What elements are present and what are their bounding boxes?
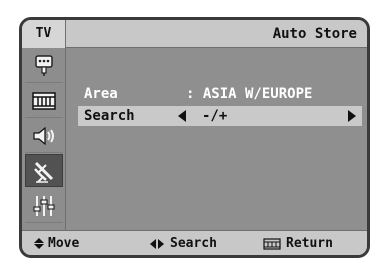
header-bar: TV Auto Store xyxy=(22,20,367,48)
tv-tab[interactable]: TV xyxy=(22,20,66,48)
footer-search: Search xyxy=(150,231,217,255)
speaker-icon xyxy=(33,126,54,146)
sidebar-item-picture[interactable] xyxy=(25,85,63,118)
search-label: Search xyxy=(84,108,135,124)
area-value: : ASIA W/EUROPE xyxy=(186,86,313,102)
left-arrow-icon[interactable] xyxy=(178,110,186,122)
film-strip-icon xyxy=(263,237,281,250)
footer-return-label: Return xyxy=(286,236,333,251)
search-value: -/+ xyxy=(202,108,228,124)
antenna-plug-icon xyxy=(35,55,53,76)
footer-move-label: Move xyxy=(48,236,80,251)
left-right-arrow-icon xyxy=(150,238,164,249)
sidebar-item-channel[interactable] xyxy=(25,154,63,187)
equalizer-sliders-icon xyxy=(33,196,55,216)
footer-move: Move xyxy=(34,231,80,255)
menu-panel: Area : ASIA W/EUROPE Search -/+ xyxy=(66,48,367,233)
right-arrow-icon[interactable] xyxy=(348,110,356,122)
sidebar-item-setup[interactable] xyxy=(25,190,63,223)
sidebar xyxy=(22,48,66,233)
tv-osd-window: TV Auto Store Area: ASIA W/EUROPE Searc… xyxy=(19,17,370,258)
footer-search-label: Search xyxy=(170,236,217,251)
sidebar-item-sound[interactable] xyxy=(25,120,63,153)
search-row[interactable]: Search -/+ xyxy=(78,106,362,126)
satellite-dish-icon xyxy=(34,161,54,183)
sidebar-item-input[interactable] xyxy=(25,50,63,83)
film-strip-icon xyxy=(32,92,56,110)
up-down-arrow-icon xyxy=(34,238,44,249)
page-title: Auto Store xyxy=(272,26,357,42)
area-label: Area xyxy=(84,86,118,102)
footer-return: Return xyxy=(263,231,333,255)
footer-bar: Move Search Return xyxy=(22,230,367,255)
